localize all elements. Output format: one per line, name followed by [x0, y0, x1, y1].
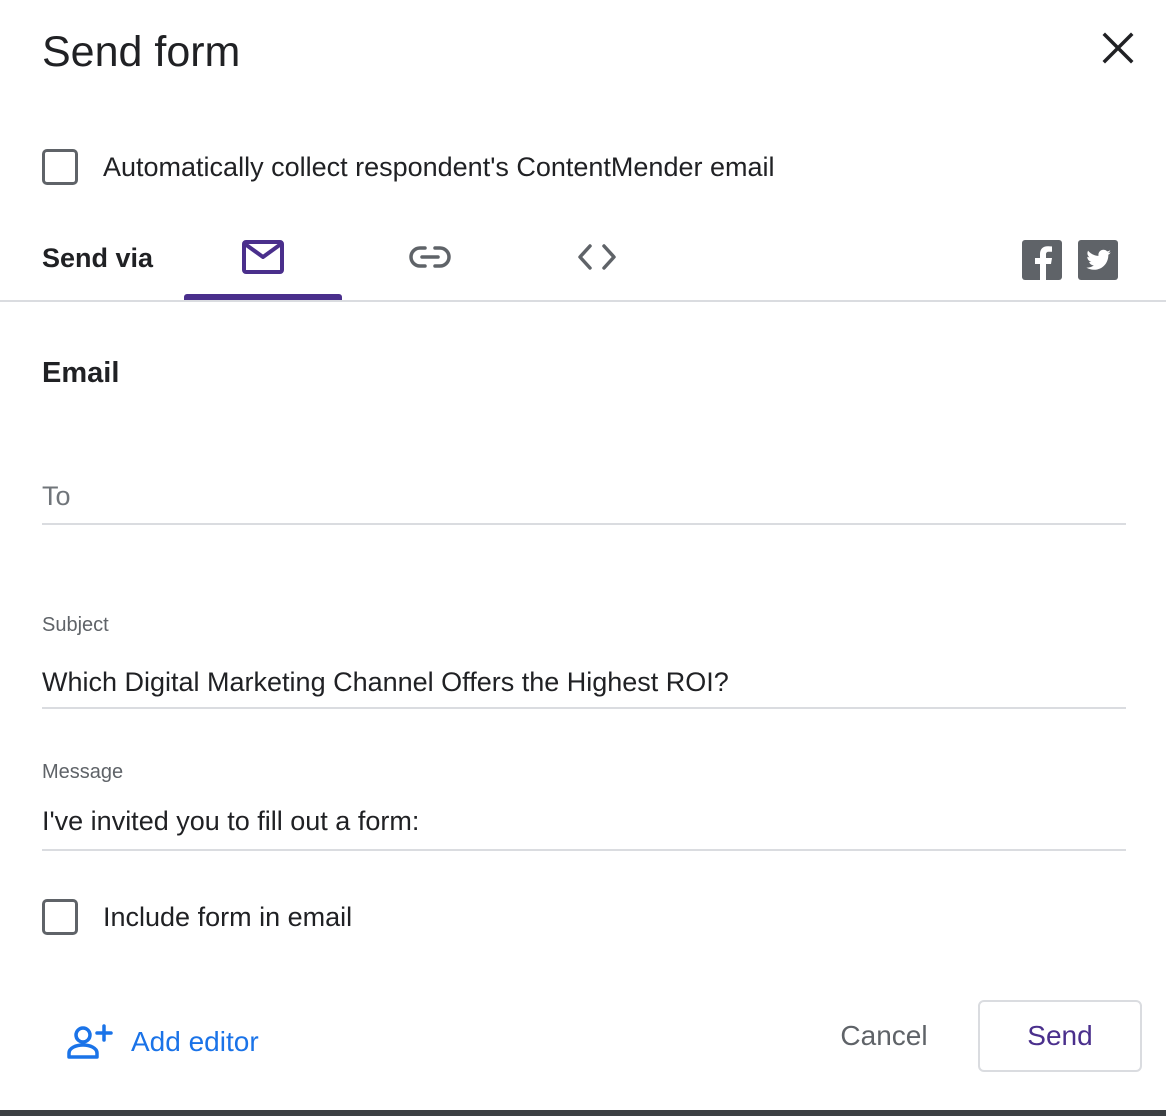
- close-icon: [1102, 32, 1134, 64]
- tab-embed[interactable]: [520, 226, 678, 300]
- add-editor-label: Add editor: [131, 1026, 259, 1057]
- tab-email[interactable]: [184, 226, 342, 300]
- twitter-icon: [1086, 249, 1111, 270]
- collect-email-label: Automatically collect respondent's Conte…: [103, 152, 775, 182]
- to-input[interactable]: [42, 478, 1126, 514]
- subject-input[interactable]: [42, 664, 1126, 700]
- send-form-dialog: Send form Automatically collect responde…: [0, 0, 1166, 1110]
- share-twitter-button[interactable]: [1078, 240, 1118, 280]
- dialog-title: Send form: [42, 28, 241, 76]
- email-section-title: Email: [42, 357, 120, 389]
- to-underline: [42, 523, 1126, 525]
- close-button[interactable]: [1096, 26, 1140, 70]
- background-page-strip: [0, 1110, 1166, 1116]
- add-person-icon: [67, 1024, 113, 1059]
- message-underline: [42, 849, 1126, 851]
- tabs-divider: [0, 300, 1166, 302]
- subject-label: Subject: [42, 614, 109, 636]
- send-button[interactable]: Send: [978, 1000, 1142, 1072]
- embed-code-icon: [578, 244, 616, 270]
- cancel-button[interactable]: Cancel: [820, 1004, 948, 1068]
- send-via-label: Send via: [42, 243, 154, 273]
- subject-underline: [42, 707, 1126, 709]
- include-form-checkbox[interactable]: [42, 899, 78, 935]
- mail-icon: [242, 240, 284, 274]
- share-facebook-button[interactable]: [1022, 240, 1062, 280]
- link-icon: [409, 246, 451, 268]
- message-label: Message: [42, 761, 124, 783]
- message-input[interactable]: [42, 803, 1126, 839]
- facebook-icon: [1035, 246, 1052, 280]
- tab-link[interactable]: [352, 226, 510, 300]
- collect-email-checkbox[interactable]: [42, 149, 78, 185]
- include-form-label: Include form in email: [103, 902, 353, 932]
